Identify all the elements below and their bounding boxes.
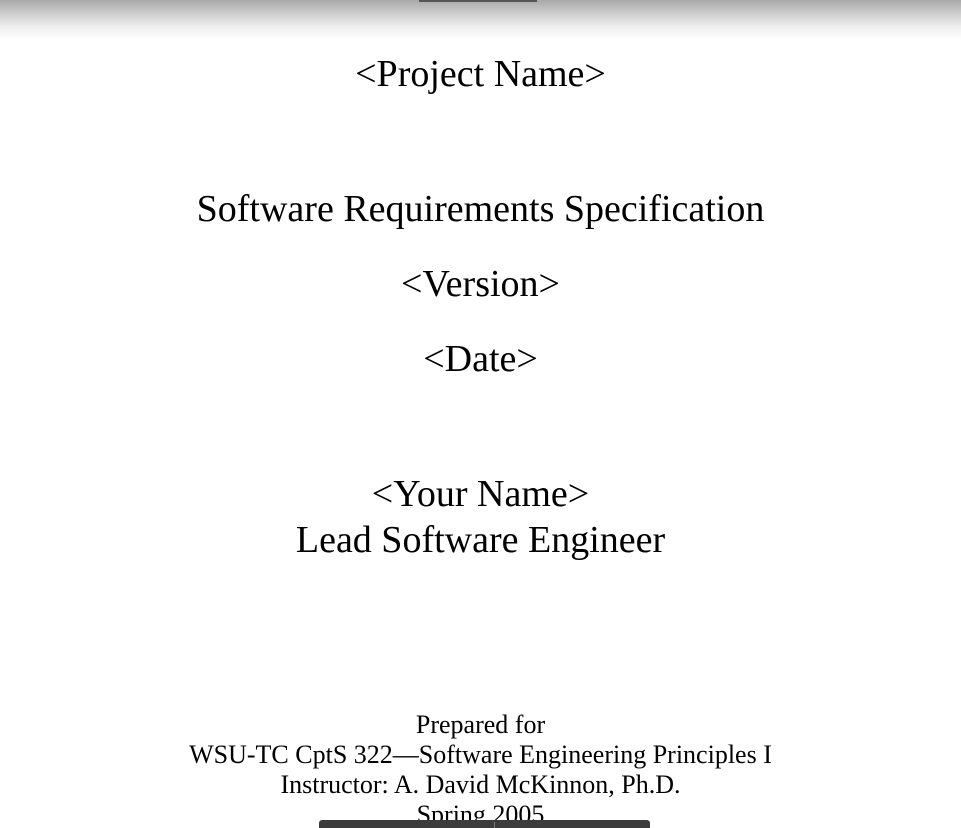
viewer-top-tab[interactable] [419,0,537,2]
toolbar-divider [494,822,495,828]
date: <Date> [423,338,538,380]
instructor: Instructor: A. David McKinnon, Ph.D. [280,770,681,799]
project-name: <Project Name> [355,53,606,95]
viewer-top-shadow [0,0,961,40]
version: <Version> [401,263,560,305]
viewer-bottom-toolbar[interactable] [319,820,650,828]
author-role: Lead Software Engineer [295,519,666,561]
document-title: Software Requirements Specification [196,188,765,230]
prepared-for: Prepared for [415,710,546,739]
course: WSU-TC CptS 322—Software Engineering Pri… [189,740,772,769]
author-name: <Your Name> [371,473,590,515]
